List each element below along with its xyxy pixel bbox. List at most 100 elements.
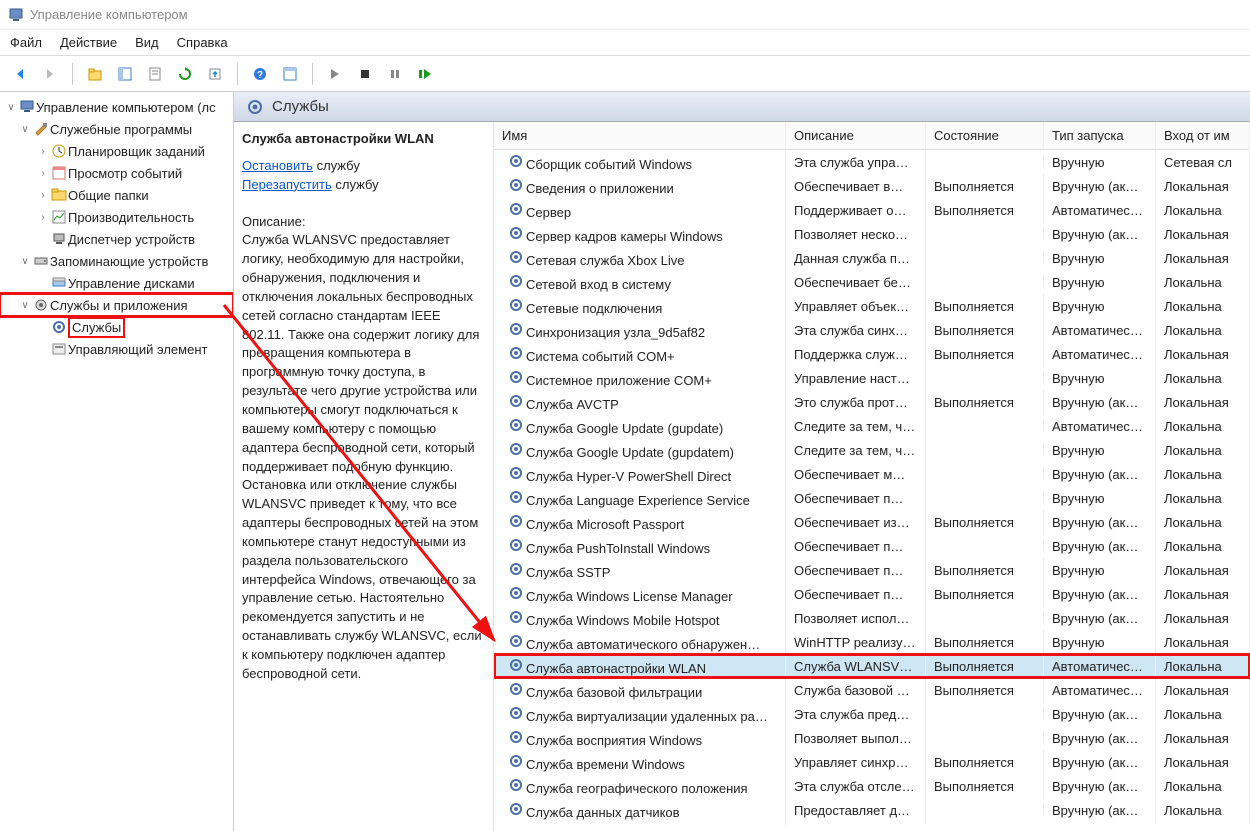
cell-desc: Позволяет испол… — [786, 605, 926, 632]
back-button[interactable] — [8, 62, 32, 86]
col-logon[interactable]: Вход от им — [1156, 122, 1250, 149]
cell-startup: Автоматичес… — [1044, 317, 1156, 344]
properties-button[interactable] — [143, 62, 167, 86]
tree-services[interactable]: Службы — [0, 316, 233, 338]
gear-icon — [506, 249, 526, 265]
gear-icon — [506, 777, 526, 793]
col-name[interactable]: Имя — [494, 122, 786, 149]
gear-icon — [506, 441, 526, 457]
tree-storage[interactable]: ∨ Запоминающие устройств — [0, 250, 233, 272]
cell-logon: Локальна — [1156, 413, 1250, 440]
expander-icon[interactable]: › — [36, 190, 50, 201]
tree-performance[interactable]: › Производительность — [0, 206, 233, 228]
gear-icon — [506, 537, 526, 553]
cell-desc: Данная служба п… — [786, 245, 926, 272]
menu-help[interactable]: Справка — [177, 35, 228, 50]
tree-event-viewer[interactable]: › Просмотр событий — [0, 162, 233, 184]
tree-task-scheduler[interactable]: › Планировщик заданий — [0, 140, 233, 162]
cell-state: Выполняется — [926, 677, 1044, 704]
navigation-tree[interactable]: ∨ Управление компьютером (лс ∨ Служебные… — [0, 92, 234, 831]
cell-desc: Эта служба упра… — [786, 149, 926, 176]
cell-logon: Локальна — [1156, 437, 1250, 464]
cell-startup: Вручную (ак… — [1044, 221, 1156, 248]
gear-icon — [506, 585, 526, 601]
tree-wmi[interactable]: Управляющий элемент — [0, 338, 233, 360]
cell-desc: Это служба прот… — [786, 389, 926, 416]
cell-startup: Автоматичес… — [1044, 341, 1156, 368]
cell-desc: Обеспечивает м… — [786, 461, 926, 488]
expander-icon[interactable]: › — [36, 212, 50, 223]
forward-button[interactable] — [38, 62, 62, 86]
tree-label: Управляющий элемент — [68, 342, 207, 357]
cell-name: Служба данных датчиков — [494, 795, 786, 826]
tree-disk-mgmt[interactable]: Управление дисками — [0, 272, 233, 294]
col-desc[interactable]: Описание — [786, 122, 926, 149]
expander-icon[interactable]: ∨ — [18, 300, 32, 311]
cell-logon: Локальна — [1156, 317, 1250, 344]
expander-icon[interactable]: ∨ — [4, 102, 18, 113]
tree-label: Диспетчер устройств — [68, 232, 195, 247]
list-body[interactable]: Сборщик событий WindowsЭта служба упра…В… — [494, 150, 1250, 822]
gear-icon — [506, 321, 526, 337]
restart-service-button[interactable] — [413, 62, 437, 86]
cell-logon: Локальна — [1156, 365, 1250, 392]
services-group-icon — [32, 297, 50, 313]
gear-icon — [50, 319, 68, 335]
col-state[interactable]: Состояние — [926, 122, 1044, 149]
gear-icon — [506, 753, 526, 769]
start-service-button[interactable] — [323, 62, 347, 86]
cell-startup: Вручную (ак… — [1044, 605, 1156, 632]
service-row[interactable]: Служба данных датчиковПредоставляет д…Вр… — [494, 798, 1250, 822]
cell-state: Выполняется — [926, 629, 1044, 656]
cell-desc: Управляет синхр… — [786, 749, 926, 776]
separator — [72, 63, 73, 85]
tree-label: Управление компьютером (лс — [36, 100, 216, 115]
gear-icon — [246, 98, 264, 116]
cell-state — [926, 420, 1044, 432]
expander-icon[interactable]: › — [36, 168, 50, 179]
cell-logon: Локальная — [1156, 629, 1250, 656]
pause-service-button[interactable] — [383, 62, 407, 86]
gear-icon — [506, 417, 526, 433]
tree-label: Службы и приложения — [50, 298, 188, 313]
cell-desc: Обеспечивает из… — [786, 509, 926, 536]
cell-startup: Вручную (ак… — [1044, 461, 1156, 488]
menu-action[interactable]: Действие — [60, 35, 117, 50]
col-startup[interactable]: Тип запуска — [1044, 122, 1156, 149]
gear-icon — [506, 393, 526, 409]
cell-state — [926, 612, 1044, 624]
export-button[interactable] — [203, 62, 227, 86]
tree-shared-folders[interactable]: › Общие папки — [0, 184, 233, 206]
cell-startup: Вручную — [1044, 557, 1156, 584]
cell-startup: Вручную — [1044, 365, 1156, 392]
services-header: Службы — [234, 92, 1250, 122]
gear-icon — [506, 513, 526, 529]
stop-service-button[interactable] — [353, 62, 377, 86]
services-list[interactable]: Имя Описание Состояние Тип запуска Вход … — [494, 122, 1250, 831]
help-button[interactable]: ? — [248, 62, 272, 86]
up-button[interactable] — [83, 62, 107, 86]
separator — [312, 63, 313, 85]
expander-icon[interactable]: ∨ — [18, 124, 32, 135]
cell-desc: Позволяет неско… — [786, 221, 926, 248]
details-button[interactable] — [278, 62, 302, 86]
menu-view[interactable]: Вид — [135, 35, 159, 50]
device-icon — [50, 231, 68, 247]
tree-label: Служебные программы — [50, 122, 192, 137]
service-detail-pane: Служба автонастройки WLAN Остановить слу… — [234, 122, 494, 831]
menu-file[interactable]: Файл — [10, 35, 42, 50]
tree-system-tools[interactable]: ∨ Служебные программы — [0, 118, 233, 140]
restart-link[interactable]: Перезапустить — [242, 177, 332, 192]
expander-icon[interactable]: › — [36, 146, 50, 157]
expander-icon[interactable]: ∨ — [18, 256, 32, 267]
refresh-button[interactable] — [173, 62, 197, 86]
show-hide-tree-button[interactable] — [113, 62, 137, 86]
tree-services-apps[interactable]: ∨ Службы и приложения — [0, 294, 233, 316]
service-actions: Остановить службу Перезапустить службу — [242, 157, 483, 195]
cell-startup: Автоматичес… — [1044, 653, 1156, 680]
cell-desc: Обеспечивает п… — [786, 533, 926, 560]
tree-device-manager[interactable]: Диспетчер устройств — [0, 228, 233, 250]
tree-root[interactable]: ∨ Управление компьютером (лс — [0, 96, 233, 118]
stop-link[interactable]: Остановить — [242, 158, 313, 173]
cell-state — [926, 444, 1044, 456]
